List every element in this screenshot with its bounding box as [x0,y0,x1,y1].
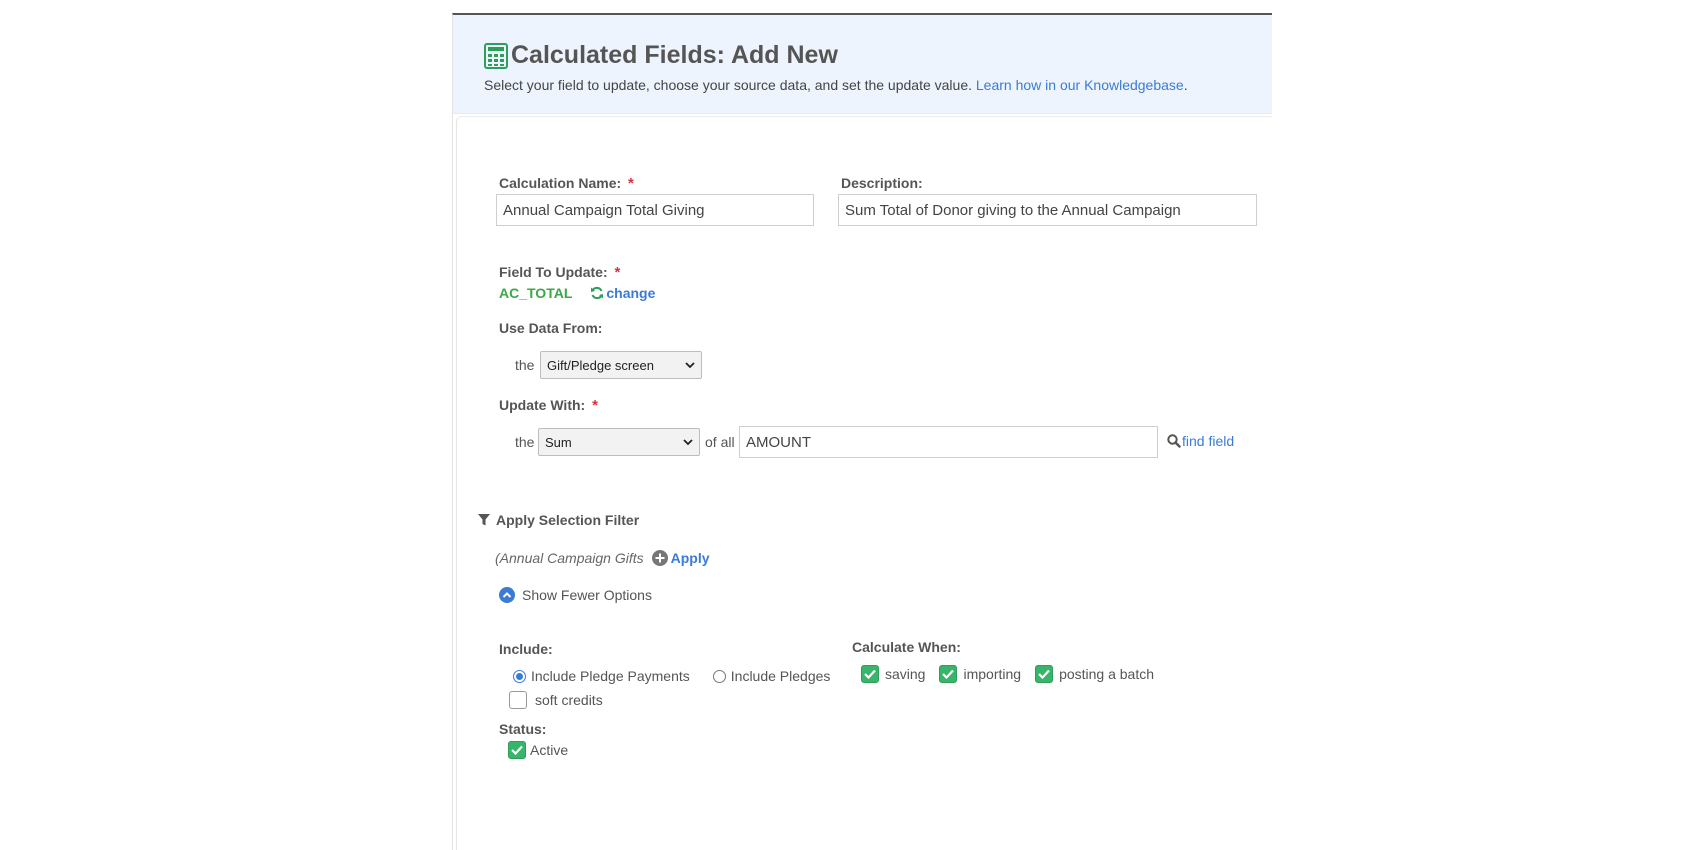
include-label: Include: [499,641,553,657]
source-field-input[interactable]: AMOUNT [739,426,1158,458]
selection-filter-header: Apply Selection Filter [478,512,639,528]
saving-label: saving [885,666,926,682]
plus-circle-icon [651,550,668,566]
check-icon [864,669,876,679]
required-marker: * [628,175,634,192]
selection-filter-label: Apply Selection Filter [496,512,640,528]
of-all-text: of all [705,434,735,450]
status-label: Status: [499,721,547,737]
active-label: Active [530,742,569,758]
use-data-prefix: the [515,357,535,373]
description-input[interactable]: Sum Total of Donor giving to the Annual … [838,194,1257,226]
checkbox-checked [508,741,526,759]
search-icon [1167,434,1181,448]
subtitle-text: Select your field to update, choose your… [484,77,976,93]
knowledgebase-link[interactable]: Learn how in our Knowledgebase [976,77,1184,93]
include-pledge-payments-label: Include Pledge Payments [531,668,690,684]
apply-label: Apply [670,550,710,566]
soft-credits-label: soft credits [535,692,603,708]
field-to-update-value: AC_TOTAL [499,285,573,301]
radio-selected [513,669,526,683]
calculated-fields-panel: Calculated Fields: Add New Select your f… [452,13,1272,850]
page-subtitle: Select your field to update, choose your… [484,77,1272,93]
description-label: Description: [841,175,923,191]
calculate-when-label: Calculate When: [852,639,961,655]
calculator-icon [484,42,508,69]
field-to-update-row: AC_TOTAL change [499,285,655,301]
calc-on-saving-checkbox[interactable]: saving [861,665,925,683]
change-field-button[interactable]: change [590,285,655,301]
include-pledges-label: Include Pledges [730,668,831,684]
checkbox-checked [1035,665,1054,683]
posting-batch-label: posting a batch [1059,666,1155,682]
calc-name-label: Calculation Name: [499,175,622,191]
calc-name-input[interactable]: Annual Campaign Total Giving [496,194,814,226]
soft-credits-checkbox[interactable]: soft credits [509,691,603,709]
page-header: Calculated Fields: Add New Select your f… [453,15,1272,114]
data-source-selected: Gift/Pledge screen [547,357,654,373]
find-field-label: find field [1182,433,1235,449]
filter-name: (Annual Campaign Gifts [495,550,644,566]
checkbox-unchecked [509,691,527,709]
include-pledge-payments-radio[interactable]: Include Pledge Payments [513,668,690,684]
include-pledges-radio[interactable]: Include Pledges [712,668,831,684]
show-fewer-options-label: Show Fewer Options [522,587,652,603]
checkbox-checked [861,665,879,683]
filter-row: (Annual Campaign Gifts Apply [495,550,710,566]
update-with-label: Update With: [499,397,586,413]
find-field-button[interactable]: find field [1167,433,1234,449]
status-active-checkbox[interactable]: Active [508,741,568,759]
field-to-update-label-row: Field To Update: * [499,264,620,281]
form-card: Calculation Name: * Annual Campaign Tota… [456,116,1272,850]
calc-name-value: Annual Campaign Total Giving [503,201,705,219]
update-with-label-row: Update With: * [499,397,598,414]
calculate-when-options: saving importing posting a batch [861,665,1154,683]
data-source-select[interactable]: Gift/Pledge screen [540,351,702,379]
field-to-update-label: Field To Update: [499,264,608,280]
include-options: Include Pledge Payments Include Pledges [513,668,830,684]
update-with-prefix: the [515,434,535,450]
change-label: change [606,285,656,301]
chevron-down-icon [683,438,693,445]
check-icon [1038,669,1050,679]
checkbox-checked [939,665,958,683]
required-marker: * [592,397,598,414]
required-marker: * [614,264,621,281]
apply-filter-button[interactable]: Apply [651,550,710,566]
page-title: Calculated Fields: Add New [511,41,838,69]
calc-name-label-row: Calculation Name: * [499,175,634,192]
calc-on-posting-batch-checkbox[interactable]: posting a batch [1035,665,1154,683]
chevron-down-icon [685,361,695,368]
source-field-value: AMOUNT [746,433,811,451]
check-icon [942,669,955,679]
show-fewer-options-toggle[interactable]: Show Fewer Options [499,587,652,603]
aggregate-select[interactable]: Sum [538,428,700,456]
aggregate-selected: Sum [545,434,572,450]
chevron-up-circle-icon [499,587,515,603]
use-data-from-label: Use Data From: [499,320,603,336]
calc-on-importing-checkbox[interactable]: importing [939,665,1021,683]
description-value: Sum Total of Donor giving to the Annual … [845,201,1181,219]
subtitle-suffix: . [1183,77,1188,93]
filter-icon [478,514,490,526]
check-icon [511,745,523,755]
importing-label: importing [963,666,1022,682]
radio-unselected [712,669,726,683]
refresh-icon [591,286,604,300]
